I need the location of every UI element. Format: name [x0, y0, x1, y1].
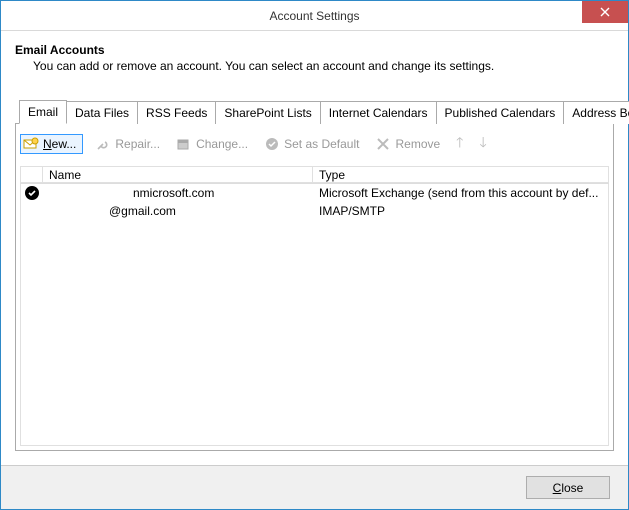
list-body: xxxxxxxxxxxxxxnmicrosoft.com Microsoft E…	[20, 184, 609, 446]
mail-new-icon	[23, 136, 39, 152]
repair-icon	[95, 136, 111, 152]
move-down-button[interactable]: 🡓	[475, 130, 490, 158]
tab-published-calendars[interactable]: Published Calendars	[436, 101, 565, 124]
default-indicator	[21, 186, 43, 200]
account-name-suffix: @gmail.com	[109, 204, 176, 218]
tab-label: Address Books	[572, 106, 629, 120]
account-name-suffix: nmicrosoft.com	[133, 186, 214, 200]
new-button-label: New...	[43, 137, 76, 151]
close-button[interactable]: Close Close	[526, 476, 610, 499]
table-row[interactable]: xxxxxxxxxxxxxxnmicrosoft.com Microsoft E…	[21, 184, 608, 202]
tab-internet-calendars[interactable]: Internet Calendars	[320, 101, 437, 124]
table-row[interactable]: xxxxxxxxxx@gmail.com IMAP/SMTP	[21, 202, 608, 220]
titlebar: Account Settings	[1, 1, 628, 31]
change-button-label: Change...	[196, 137, 248, 151]
footer: Close Close	[1, 465, 628, 509]
account-type: IMAP/SMTP	[313, 204, 608, 218]
change-icon	[176, 136, 192, 152]
col-name[interactable]: Name	[42, 166, 312, 183]
repair-button[interactable]: Repair...	[91, 134, 164, 154]
toolbar: New... Repair... Change... Set as Defaul…	[15, 124, 614, 164]
remove-button-label: Remove	[395, 137, 440, 151]
arrow-down-icon: 🡓	[479, 132, 486, 156]
page-subheading: You can add or remove an account. You ca…	[33, 59, 614, 73]
tab-email[interactable]: Email	[19, 100, 67, 124]
repair-button-label: Repair...	[115, 137, 160, 151]
new-button[interactable]: New...	[20, 134, 83, 154]
close-icon	[597, 4, 613, 20]
tab-rss-feeds[interactable]: RSS Feeds	[137, 101, 216, 124]
check-circle-icon	[25, 186, 39, 200]
move-up-button[interactable]: 🡑	[452, 130, 467, 158]
tab-label: Data Files	[75, 106, 129, 120]
close-button-label: Close	[553, 481, 584, 495]
tab-label: Email	[28, 105, 58, 119]
arrow-up-icon: 🡑	[456, 132, 463, 156]
remove-icon	[375, 136, 391, 152]
tab-data-files[interactable]: Data Files	[66, 101, 138, 124]
tab-address-books[interactable]: Address Books	[563, 101, 629, 124]
tab-label: RSS Feeds	[146, 106, 207, 120]
remove-button[interactable]: Remove	[371, 134, 444, 154]
tab-sharepoint-lists[interactable]: SharePoint Lists	[215, 101, 320, 124]
tab-label: Published Calendars	[445, 106, 556, 120]
tab-label: Internet Calendars	[329, 106, 428, 120]
change-button[interactable]: Change...	[172, 134, 252, 154]
page-heading: Email Accounts	[15, 43, 614, 57]
account-name: xxxxxxxxxx@gmail.com	[43, 204, 313, 218]
check-circle-icon	[264, 136, 280, 152]
window-close-button[interactable]	[582, 1, 628, 23]
account-type: Microsoft Exchange (send from this accou…	[313, 186, 608, 200]
set-default-button-label: Set as Default	[284, 137, 359, 151]
set-default-button[interactable]: Set as Default	[260, 134, 363, 154]
col-default[interactable]	[20, 166, 42, 183]
accounts-list: Name Type xxxxxxxxxxxxxxnmicrosoft.com M…	[15, 164, 614, 451]
content-area: Email Accounts You can add or remove an …	[1, 31, 628, 465]
tabstrip: Email Data Files RSS Feeds SharePoint Li…	[15, 99, 614, 124]
tab-label: SharePoint Lists	[224, 106, 311, 120]
account-name: xxxxxxxxxxxxxxnmicrosoft.com	[43, 186, 313, 200]
list-header: Name Type	[20, 166, 609, 184]
col-type[interactable]: Type	[312, 166, 609, 183]
account-settings-window: Account Settings Email Accounts You can …	[0, 0, 629, 510]
window-title: Account Settings	[269, 9, 359, 23]
